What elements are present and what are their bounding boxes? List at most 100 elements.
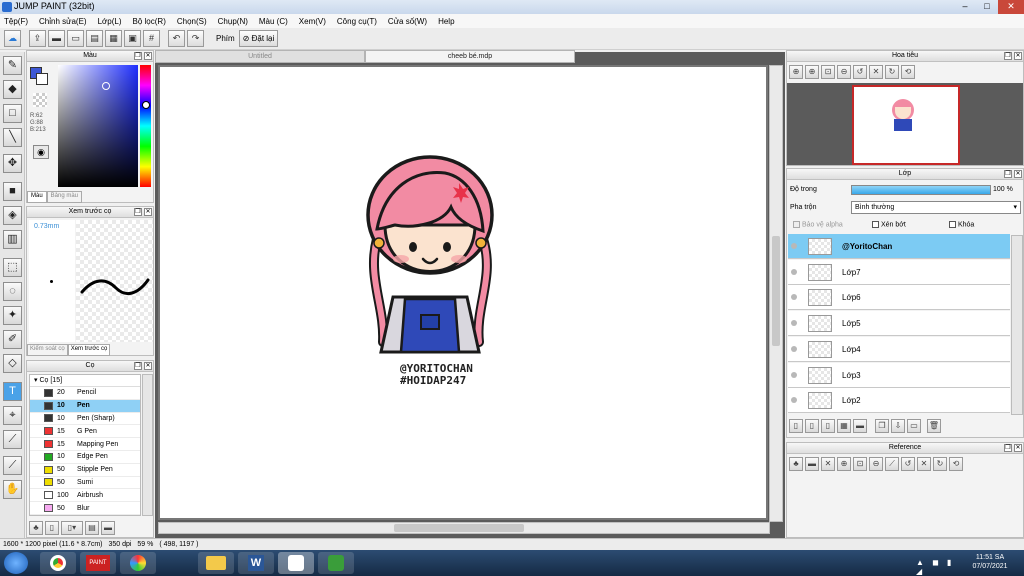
clip-checkbox[interactable] [872,221,879,228]
comment-icon[interactable]: ▬ [48,30,65,47]
reference-open-icon[interactable]: ▬ [805,457,819,471]
new-layer-1bit-icon[interactable]: ▯ [821,419,835,433]
jump-paint-taskbar-icon[interactable]: PAINT [80,552,116,574]
close-icon[interactable]: ✕ [998,0,1024,14]
new-brush-icon[interactable]: ▯ [45,521,59,535]
delete-layer-icon[interactable]: 🗑 [927,419,941,433]
layer-row[interactable]: Lớp3 [788,362,1010,388]
hand-tool-icon[interactable]: ✋ [3,480,22,499]
app-check-icon[interactable] [318,552,354,574]
reference-reset-icon[interactable]: ⟲ [949,457,963,471]
panel-restore-icon[interactable]: ❐ [1004,170,1012,178]
file-explorer-icon[interactable] [198,552,234,574]
fill-rect-icon[interactable]: ■ [3,182,22,201]
share-icon[interactable]: ⇪ [29,30,46,47]
blend-mode-select[interactable]: Bình thường ▾ [851,201,1021,214]
brush-item[interactable]: 15 G Pen [30,425,140,439]
new-screentone-icon[interactable]: ▦ [837,419,851,433]
drawing-canvas[interactable]: @YORITOCHAN #HOIDAP247 [158,65,768,520]
clear-layer-icon[interactable]: ▭ [907,419,921,433]
visibility-icon[interactable] [791,397,797,404]
tab-palette[interactable]: Bảng màu [46,191,83,203]
menu-filter[interactable]: Bộ lọc(R) [133,17,166,26]
select-pen-icon[interactable]: ✐ [3,330,22,349]
panel-close-icon[interactable]: ✕ [1014,52,1022,60]
menu-layer[interactable]: Lớp(L) [98,17,122,26]
flip-icon[interactable]: ✕ [869,65,883,79]
palette-icon[interactable]: ◉ [33,145,49,159]
panel-close-icon[interactable]: ✕ [144,208,152,216]
brush-item[interactable]: 50 Stipple Pen [30,464,140,477]
reference-rotate-right-icon[interactable]: ↻ [933,457,947,471]
brush-item[interactable]: 50 Blur [30,502,140,515]
sv-picker-handle[interactable] [102,82,110,90]
brush-group[interactable]: ▾ Cọ [15] [30,375,140,387]
monitor-icon[interactable]: ▭ [67,30,84,47]
reference-zoom-out-icon[interactable]: ⊖ [869,457,883,471]
visibility-icon[interactable] [791,371,797,378]
layer-row[interactable]: @YoritoChan [788,234,1010,259]
paint-palette-icon[interactable] [120,552,156,574]
menu-window[interactable]: Cửa số(W) [388,17,427,26]
frame-icon[interactable]: ▣ [124,30,141,47]
add-brush-dropdown-icon[interactable]: ▯▾ [61,521,83,535]
panel-restore-icon[interactable]: ❐ [134,52,142,60]
reset-view-icon[interactable]: ⟲ [901,65,915,79]
tray-icons[interactable]: ▲ ◼ ▮ ◢ [916,558,966,576]
tab-brush-preview[interactable]: Xem trước cọ [67,344,111,356]
navigator-view[interactable] [787,83,1023,165]
layer-row[interactable]: Lớp2 [788,388,1010,414]
visibility-icon[interactable] [791,320,797,327]
new-layer-8bit-icon[interactable]: ▯ [805,419,819,433]
background-swatch[interactable] [36,73,48,85]
fit-icon[interactable]: ⊡ [821,65,835,79]
canvas-vertical-scrollbar[interactable] [769,65,783,522]
tab-brush-control[interactable]: Kiểm soát cọ [27,344,68,356]
eyedropper-icon[interactable]: ⟋ [3,456,22,475]
brush-list-scrollbar[interactable] [142,374,153,516]
clock[interactable]: 11:51 SA 07/07/2021 [966,553,1014,571]
rotate-left-icon[interactable]: ↺ [853,65,867,79]
menu-capture[interactable]: Chụp(N) [218,17,248,26]
menu-file[interactable]: Tệp(F) [4,17,28,26]
reference-tree-icon[interactable]: ♣ [789,457,803,471]
brush-item[interactable]: 20 Pencil [30,387,140,400]
bucket-tool-icon[interactable]: ◈ [3,206,22,225]
tab-cheeb-be[interactable]: cheeb bé.mdp [365,50,575,63]
reference-zoom-in-icon[interactable]: ⊕ [837,457,851,471]
panel-close-icon[interactable]: ✕ [1014,170,1022,178]
dropper-tool-icon[interactable]: ⟋ [3,430,22,449]
copy-brush-icon[interactable]: ▤ [85,521,99,535]
protect-alpha-checkbox[interactable] [793,221,800,228]
reference-close-icon[interactable]: ✕ [821,457,835,471]
merge-down-icon[interactable]: ⇩ [891,419,905,433]
word-icon[interactable]: W [238,552,274,574]
menu-select[interactable]: Chọn(S) [177,17,207,26]
redo-icon[interactable]: ↷ [187,30,204,47]
line-tool-icon[interactable]: ╲ [3,128,22,147]
lasso-tool-icon[interactable]: ◌ [3,282,22,301]
brush-folder-icon[interactable]: ▬ [101,521,115,535]
page-icon[interactable]: ▤ [86,30,103,47]
navigator-thumbnail[interactable] [852,85,960,165]
reference-rotate-left-icon[interactable]: ↺ [901,457,915,471]
brush-options-icon[interactable]: ♣ [29,521,43,535]
visibility-icon[interactable] [791,268,797,275]
zoom-in-icon[interactable]: ⊕ [789,65,803,79]
protect-alpha-option[interactable]: Bảo vệ alpha [793,221,843,228]
reference-flip-icon[interactable]: ✕ [917,457,931,471]
panel-close-icon[interactable]: ✕ [1014,444,1022,452]
panel-restore-icon[interactable]: ❐ [1004,52,1012,60]
layer-row[interactable]: Lớp7 [788,259,1010,285]
new-folder-icon[interactable]: ▬ [853,419,867,433]
brush-item[interactable]: 100 Airbrush [30,489,140,503]
magic-wand-icon[interactable]: ✦ [3,306,22,325]
grid-page-icon[interactable]: ▦ [105,30,122,47]
brush-item[interactable]: 15 Mapping Pen [30,438,140,451]
opacity-slider[interactable] [851,185,991,195]
brush-item[interactable]: 10 Pen [30,399,140,413]
brush-tool-icon[interactable]: ✎ [3,56,22,75]
reference-dropper-icon[interactable]: ⟋ [885,457,899,471]
move-tool-icon[interactable]: ✥ [3,154,22,173]
menu-edit[interactable]: Chỉnh sửa(E) [39,17,87,26]
